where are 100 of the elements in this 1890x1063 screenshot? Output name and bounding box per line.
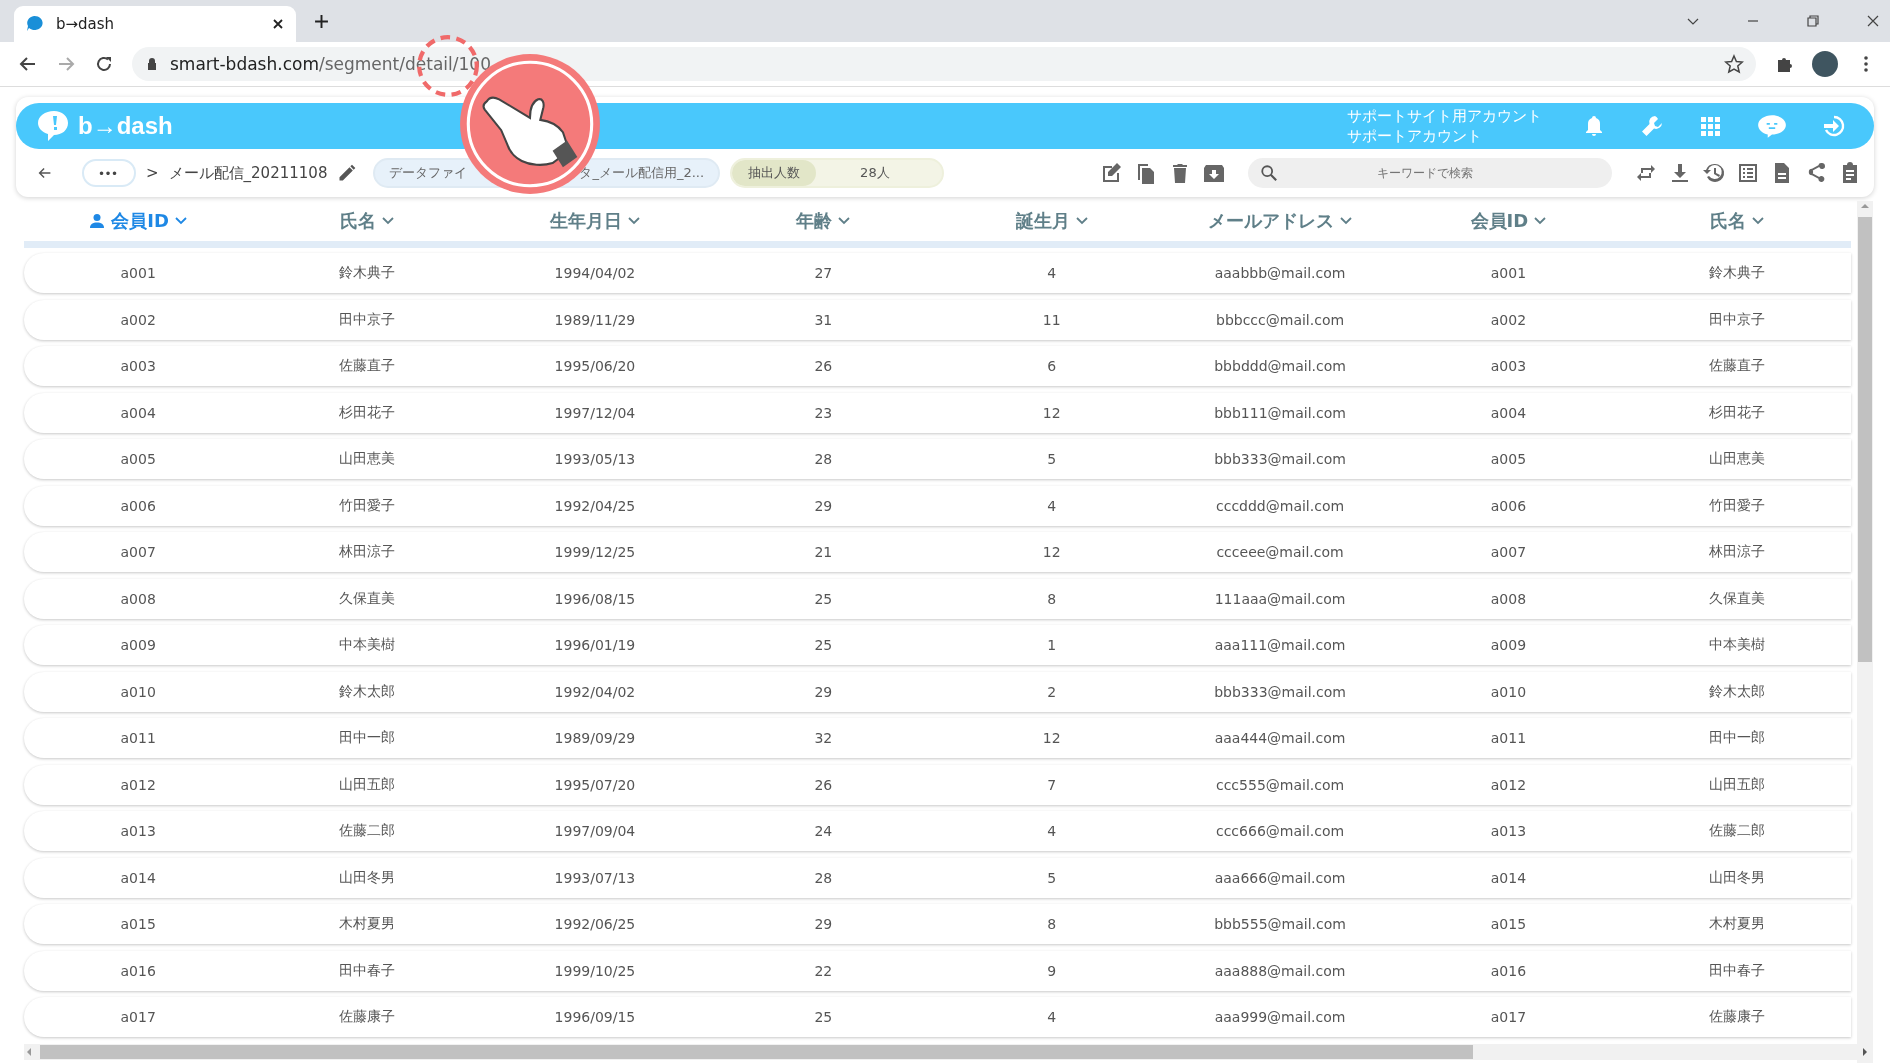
table-cell-text: bbb333@mail.com — [1213, 683, 1347, 700]
person-icon — [89, 213, 106, 229]
list-icon[interactable] — [1736, 161, 1760, 185]
table-cell-text: a004 — [119, 404, 157, 421]
table-cell-text: 31 — [813, 311, 834, 328]
table-row[interactable]: a017 佐藤康子 1996/09/15 25 4 aaa999@mail.com a017 佐藤康子 — [24, 997, 1851, 1037]
table-cell-text: 1993/07/13 — [553, 869, 637, 886]
table-cell-text: 田中春子 — [1707, 961, 1766, 980]
column-header[interactable]: 氏名 — [252, 209, 481, 233]
column-header[interactable]: 氏名 — [1622, 209, 1851, 233]
table-cell-text: 木村夏男 — [1707, 915, 1766, 933]
table-row[interactable]: a002 田中京子 1989/11/29 31 11 bbbccc@mail.com a002 田中京子 — [24, 299, 1851, 340]
chevron-down-icon — [175, 217, 187, 225]
column-header[interactable]: 誕生月 — [937, 209, 1166, 233]
table-cell-text: 111aaa@mail.com — [1213, 590, 1347, 607]
table-cell-text: 4 — [1046, 1009, 1058, 1025]
horizontal-scrollbar[interactable] — [24, 1044, 1870, 1060]
history-icon[interactable] — [1702, 161, 1726, 185]
column-header[interactable]: 生年月日 — [480, 209, 710, 233]
table-row[interactable]: a015 木村夏男 1992/06/25 29 8 bbb555@mail.com a015 木村夏男 — [24, 904, 1851, 944]
avatar-icon[interactable] — [1812, 51, 1838, 77]
chip-text: データファイ — [389, 164, 468, 182]
table-cell-text: 山田冬男 — [1707, 868, 1766, 887]
table-cell-text: 21 — [813, 544, 834, 560]
search-field[interactable]: キーワードで検索 — [1248, 158, 1612, 188]
table-cell-text: 1995/07/20 — [553, 776, 637, 793]
table-cell-text: 木村夏男 — [337, 915, 396, 933]
column-header[interactable]: 年齢 — [709, 209, 938, 233]
close-icon[interactable] — [1866, 14, 1880, 28]
table-cell-text: 26 — [813, 776, 834, 793]
table-cell-text: a001 — [1489, 265, 1528, 281]
table-cell-text: 11 — [1041, 311, 1062, 328]
restore-icon[interactable] — [1806, 14, 1820, 28]
table-cell-text: 25 — [813, 1009, 834, 1025]
table-row[interactable]: a003 佐藤直子 1995/06/20 26 6 bbbddd@mail.com a003 佐藤直子 — [24, 346, 1851, 386]
table-row[interactable]: a007 林田涼子 1999/12/25 21 12 ccceee@mail.com a007 林田涼子 — [24, 532, 1851, 572]
table-cell-text: bbb555@mail.com — [1213, 916, 1347, 932]
new-tab-icon[interactable] — [314, 13, 329, 29]
table-cell-text: 5 — [1046, 451, 1058, 467]
close-icon[interactable] — [272, 18, 284, 30]
table-cell-text: a011 — [1489, 730, 1528, 746]
table-row[interactable]: a009 中本美樹 1996/01/19 25 1 aaa111@mail.com a009 中本美樹 — [24, 625, 1851, 665]
table-cell-text: a009 — [119, 637, 157, 653]
table-row[interactable]: a001 鈴木典子 1994/04/02 27 4 aaabbb@mail.com a001 鈴木典子 — [24, 253, 1851, 293]
table-row[interactable]: a012 山田五郎 1995/07/20 26 7 ccc555@mail.com a012 山田五郎 — [24, 764, 1851, 805]
table-row[interactable]: a016 田中春子 1999/10/25 22 9 aaa888@mail.com a016 田中春子 — [24, 950, 1851, 991]
table-row[interactable]: a008 久保直美 1996/08/15 25 8 111aaa@mail.com a008 久保直美 — [24, 578, 1851, 619]
search-input[interactable]: キーワードで検索 — [1288, 165, 1600, 181]
table-cell-text: 佐藤直子 — [1707, 357, 1766, 375]
table-cell-text: a008 — [119, 590, 157, 607]
pencil-icon[interactable] — [337, 163, 358, 183]
table-cell-text: 12 — [1041, 730, 1062, 746]
table-cell-text: 1989/11/29 — [553, 311, 637, 328]
table-row[interactable]: a014 山田冬男 1993/07/13 28 5 aaa666@mail.com a014 山田冬男 — [24, 857, 1851, 898]
table-row[interactable]: a011 田中一郎 1989/09/29 32 12 aaa444@mail.com a011 田中一郎 — [24, 718, 1851, 758]
table-cell-text: 佐藤康子 — [337, 1008, 396, 1026]
column-header[interactable]: 会員ID — [24, 209, 253, 233]
count-value: 28人 — [859, 164, 891, 182]
chevron-down-icon — [838, 217, 851, 225]
table-row[interactable]: a013 佐藤二郎 1997/09/04 24 4 ccc666@mail.com a013 佐藤二郎 — [24, 811, 1851, 851]
table-cell-text: 1996/09/15 — [553, 1009, 637, 1025]
table-cell-text: a014 — [119, 869, 157, 886]
table-cell-text: 田中一郎 — [337, 729, 396, 747]
table-row[interactable]: a005 山田恵美 1993/05/13 28 5 bbb333@mail.com a005 山田恵美 — [24, 439, 1851, 479]
table-cell-text: 4 — [1046, 823, 1058, 839]
account-name: サポートサイト用アカウント — [1347, 106, 1542, 126]
table-cell-text: 中本美樹 — [337, 636, 396, 654]
column-header[interactable]: 会員ID — [1394, 209, 1623, 233]
table-cell-text: 23 — [813, 404, 834, 421]
edit-icon[interactable] — [1100, 161, 1124, 185]
table-cell-text: 22 — [813, 962, 834, 979]
table-cell-text: 佐藤二郎 — [1707, 822, 1766, 840]
column-header[interactable]: メールアドレス — [1165, 209, 1395, 233]
chevron-down-icon — [1340, 217, 1353, 225]
table-cell-text: 1 — [1046, 637, 1058, 653]
star-icon[interactable] — [1724, 54, 1744, 74]
table-cell-text: a005 — [1489, 451, 1528, 467]
table-cell-text: 9 — [1046, 962, 1058, 979]
scrollbar-thumb[interactable] — [1858, 217, 1872, 662]
table-cell-text: 山田五郎 — [337, 775, 396, 794]
reload-icon[interactable] — [94, 54, 114, 74]
table-cell-text: a015 — [119, 916, 157, 932]
chevron-down-icon — [1751, 217, 1764, 225]
scroll-right-icon[interactable] — [1860, 1047, 1870, 1057]
more-button[interactable]: ••• — [82, 159, 136, 187]
scrollbar-thumb[interactable] — [40, 1045, 1473, 1059]
browser-tab[interactable]: b→dash — [14, 6, 296, 42]
table-cell-text: aaa999@mail.com — [1213, 1009, 1347, 1025]
table-cell-text: 林田涼子 — [1707, 543, 1766, 561]
vertical-scrollbar[interactable] — [1857, 201, 1873, 1063]
table-cell-text: 山田五郎 — [1707, 775, 1766, 794]
table-row[interactable]: a004 杉田花子 1997/12/04 23 12 bbb111@mail.com a004 杉田花子 — [24, 392, 1851, 433]
table-cell-text: 中本美樹 — [1707, 636, 1766, 654]
table-cell-text: bbbccc@mail.com — [1215, 311, 1346, 328]
table-cell-text: 久保直美 — [1707, 589, 1766, 608]
table-row[interactable]: a006 竹田愛子 1992/04/25 29 4 cccddd@mail.com a006 竹田愛子 — [24, 485, 1851, 526]
table-cell-text: a007 — [1489, 544, 1528, 560]
segment-name: メール配信_20211108 — [168, 163, 328, 183]
table-cell-text: 田中春子 — [337, 961, 396, 980]
table-row[interactable]: a010 鈴木太郎 1992/04/02 29 2 bbb333@mail.com a010 鈴木太郎 — [24, 671, 1851, 712]
